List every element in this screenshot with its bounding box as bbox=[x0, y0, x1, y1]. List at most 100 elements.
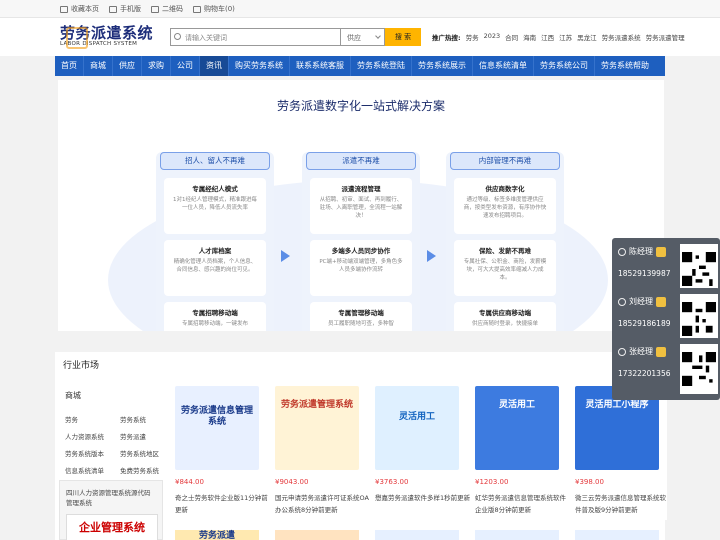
hero-card: 专属管理移动端 员工履职随地可查，多种智 bbox=[310, 302, 412, 331]
sidebar-link[interactable]: 劳务 bbox=[65, 414, 120, 424]
product-card-row2[interactable]: 劳务派遣 bbox=[171, 530, 267, 540]
nav-company[interactable]: 公司 bbox=[170, 56, 199, 76]
nav-login[interactable]: 劳务系统登陆 bbox=[350, 56, 411, 76]
cart-link[interactable]: 购物车(0) bbox=[193, 4, 235, 14]
hero-card: 多端多人员同步协作 PC端+移动端双端管理，多角色多人员多端协作流转 bbox=[310, 240, 412, 296]
hot-term[interactable]: 江苏 bbox=[559, 32, 572, 42]
sidebar-link[interactable]: 劳务派遣 bbox=[120, 431, 170, 441]
contact-phone: 18529139987 bbox=[618, 269, 671, 278]
product-price: ¥9043.00 bbox=[275, 478, 309, 486]
product-price: ¥3763.00 bbox=[375, 478, 409, 486]
contact-card[interactable]: 张经理 17322201356 bbox=[612, 338, 720, 400]
nav-mall[interactable]: 商城 bbox=[83, 56, 112, 76]
hero-card: 供应商数字化 通过等级、标签多维度管理供应商，按类型发布资源，有序协作快速发布招聘… bbox=[454, 178, 556, 234]
product-desc: 国元申请劳务派遣许可证系统OA办公系统8分钟前更新 bbox=[275, 494, 369, 514]
sidebar-title: 商城 bbox=[65, 391, 81, 400]
hot-term[interactable]: 海南 bbox=[523, 32, 536, 42]
user-icon bbox=[618, 347, 626, 356]
sidebar-promo[interactable]: 四川人力资源管理系统源代码管理系统 企业管理系统 bbox=[59, 480, 163, 540]
product-desc: 虹华劳务派遣信息管理系统软件企业版8分钟前更新 bbox=[475, 494, 566, 514]
product-card[interactable]: 灵活用工 ¥3763.00 懋嘉劳务派遣软件多样1秒前更新 bbox=[371, 380, 470, 520]
mobile-link[interactable]: 手机版 bbox=[109, 4, 141, 14]
hero-column-internal: 内部管理不再难 供应商数字化 通过等级、标签多维度管理供应商，按类型发布资源，有序… bbox=[446, 152, 564, 331]
avatar-icon bbox=[656, 296, 666, 307]
arrow-right-icon bbox=[427, 250, 436, 262]
user-icon bbox=[618, 297, 626, 306]
product-card[interactable]: 灵活用工 ¥1203.00 虹华劳务派遣信息管理系统软件企业版8分钟前更新 bbox=[471, 380, 567, 520]
hero-banner[interactable]: 劳务派遣数字化一站式解决方案 招人、留人不再难 专属经纪人模式 1对1经纪人管理模… bbox=[58, 80, 664, 331]
sidebar-link[interactable]: 劳务系统版本 bbox=[65, 448, 120, 458]
nav-contact-service[interactable]: 联系系统客服 bbox=[289, 56, 350, 76]
search-scope-select[interactable]: 供应 bbox=[340, 28, 385, 46]
hot-term[interactable]: 2023 bbox=[484, 32, 501, 42]
header: 劳务派遣系统 LABOR DISPATCH SYSTEM 请输入关键词 供应 搜… bbox=[0, 18, 720, 56]
qrcode-link[interactable]: 二维码 bbox=[151, 4, 183, 14]
hot-search: 推广热搜: 劳务 2023 合同 海南 江西 江苏 黑龙江 劳务派遣系统 劳务派… bbox=[432, 32, 685, 42]
product-card-row2[interactable] bbox=[471, 530, 567, 540]
nav-help[interactable]: 劳务系统帮助 bbox=[594, 56, 655, 76]
product-image bbox=[375, 530, 459, 540]
phone-icon bbox=[109, 5, 117, 13]
search-icon bbox=[174, 33, 181, 40]
hot-term[interactable]: 黑龙江 bbox=[577, 32, 597, 42]
nav-home[interactable]: 首页 bbox=[55, 56, 83, 76]
product-price: ¥398.00 bbox=[575, 478, 604, 486]
product-card[interactable]: 劳务派遣信息管理系统 ¥844.00 奇之士劳务软件企业版11分钟前更新 bbox=[171, 380, 268, 520]
hot-term[interactable]: 劳务 bbox=[466, 32, 479, 42]
nav-news[interactable]: 资讯 bbox=[199, 56, 228, 76]
nav-system-company[interactable]: 劳务系统公司 bbox=[533, 56, 594, 76]
logo-mark-icon bbox=[66, 27, 88, 49]
hero-title: 劳务派遣数字化一站式解决方案 bbox=[276, 99, 445, 113]
product-card-row2[interactable] bbox=[271, 530, 367, 540]
sidebar-link[interactable]: 劳务系统地区 bbox=[120, 448, 170, 458]
avatar-icon bbox=[656, 246, 666, 257]
nav-showcase[interactable]: 劳务系统展示 bbox=[411, 56, 472, 76]
nav-system-list[interactable]: 信息系统清单 bbox=[472, 56, 533, 76]
search-bar: 请输入关键词 供应 搜 索 bbox=[170, 28, 425, 46]
hot-term[interactable]: 劳务派遣管理 bbox=[646, 32, 685, 42]
product-desc: 奇之士劳务软件企业版11分钟前更新 bbox=[175, 494, 268, 514]
product-card-row2[interactable] bbox=[371, 530, 467, 540]
market-title: 行业市场 bbox=[63, 361, 100, 371]
nav-buy-system[interactable]: 购买劳务系统 bbox=[228, 56, 289, 76]
market-sidebar: 商城 劳务 劳务系统 人力资源系统 劳务派遣 劳务系统版本 劳务系统地区 信息系… bbox=[55, 376, 165, 540]
avatar-icon bbox=[656, 346, 666, 357]
logo[interactable]: 劳务派遣系统 LABOR DISPATCH SYSTEM bbox=[60, 25, 160, 55]
sidebar-link[interactable]: 人力资源系统 bbox=[65, 431, 120, 441]
search-button[interactable]: 搜 索 bbox=[385, 28, 421, 46]
promo-image: 企业管理系统 bbox=[66, 514, 158, 540]
qrcode-icon bbox=[680, 244, 718, 294]
nav-purchase[interactable]: 求购 bbox=[141, 56, 170, 76]
main-nav: 首页 商城 供应 求购 公司 资讯 购买劳务系统 联系系统客服 劳务系统登陆 劳… bbox=[55, 56, 665, 76]
arrow-right-icon bbox=[281, 250, 290, 262]
top-bar: 收藏本页 手机版 二维码 购物车(0) bbox=[0, 0, 720, 18]
user-icon bbox=[618, 247, 626, 256]
hot-term[interactable]: 劳务派遣系统 bbox=[602, 32, 641, 42]
product-desc: 懋嘉劳务派遣软件多样1秒前更新 bbox=[375, 494, 471, 502]
favorite-link[interactable]: 收藏本页 bbox=[60, 4, 99, 14]
product-image bbox=[475, 530, 559, 540]
hero-card: 派遣流程管理 从招聘、初审、面试、再到履行、驻场、入离职管理，全流程一站解决！ bbox=[310, 178, 412, 234]
contact-phone: 18529186189 bbox=[618, 319, 671, 328]
hot-term[interactable]: 合同 bbox=[505, 32, 518, 42]
search-input[interactable]: 请输入关键词 bbox=[170, 28, 340, 46]
hero-column-recruit: 招人、留人不再难 专属经纪人模式 1对1经纪人管理模式，精准跟进每一位人员，降低人… bbox=[156, 152, 274, 331]
qrcode-icon bbox=[151, 5, 159, 13]
hero-column-dispatch: 派遣不再难 派遣流程管理 从招聘、初审、面试、再到履行、驻场、入离职管理，全流程一… bbox=[302, 152, 420, 331]
product-image: 灵活用工 bbox=[475, 386, 559, 470]
product-desc: 微三云劳务派遣信息管理系统软件普及版9分钟前更新 bbox=[575, 494, 666, 514]
sidebar-link[interactable]: 免费劳务系统 bbox=[120, 465, 170, 475]
industry-market: 行业市场 供应 | 求购 商城 劳务 劳务系统 人力资源系统 劳务派遣 劳务系统… bbox=[55, 352, 667, 540]
product-image bbox=[275, 530, 359, 540]
product-card[interactable]: 灵活用工小程序 ¥398.00 微三云劳务派遣信息管理系统软件普及版9分钟前更新 bbox=[571, 380, 667, 520]
product-price: ¥844.00 bbox=[175, 478, 204, 486]
product-card[interactable]: 劳务派遣管理系统 ¥9043.00 国元申请劳务派遣许可证系统OA办公系统8分钟… bbox=[271, 380, 369, 520]
nav-supply[interactable]: 供应 bbox=[112, 56, 141, 76]
chevron-down-icon bbox=[375, 33, 381, 39]
sidebar-link[interactable]: 信息系统清单 bbox=[65, 465, 120, 475]
sidebar-link[interactable]: 劳务系统 bbox=[120, 414, 170, 424]
qrcode-icon bbox=[680, 344, 718, 394]
qrcode-icon bbox=[680, 294, 718, 344]
product-card-row2[interactable] bbox=[571, 530, 667, 540]
hot-term[interactable]: 江西 bbox=[541, 32, 554, 42]
